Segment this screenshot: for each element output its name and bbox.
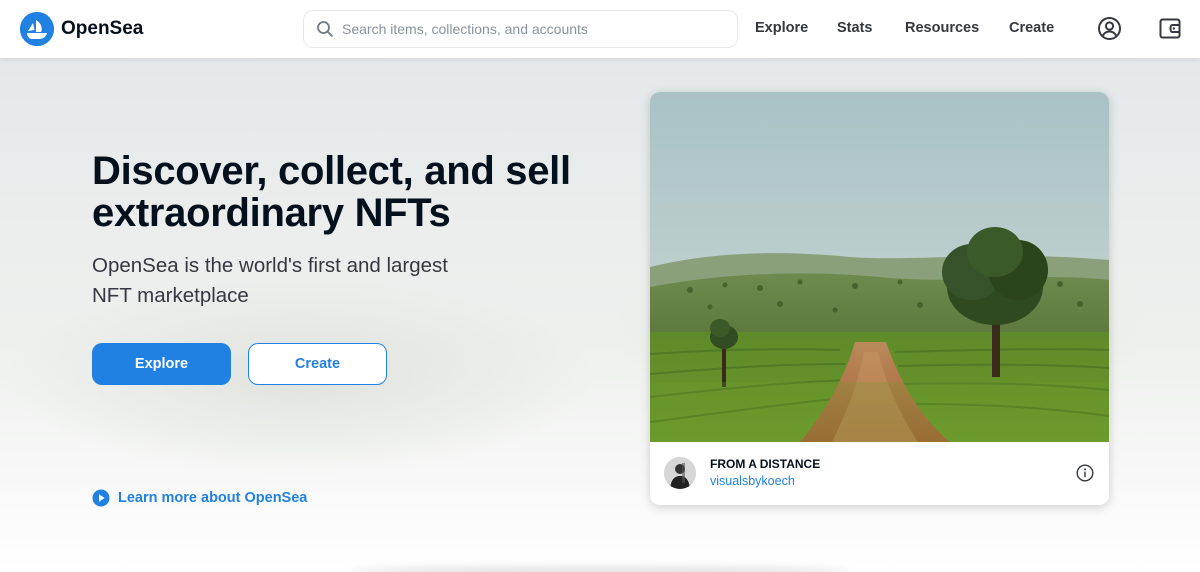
explore-button[interactable]: Explore (92, 343, 231, 385)
learn-more-link[interactable]: Learn more about OpenSea (92, 488, 307, 508)
avatar[interactable] (664, 457, 696, 489)
opensea-logo-icon[interactable] (20, 12, 54, 46)
hero-headline: Discover, collect, and sell extraordinar… (92, 149, 571, 235)
nav-stats-link[interactable]: Stats (837, 20, 872, 37)
featured-nft-card[interactable]: FROM A DISTANCE visualsbykoech (650, 92, 1109, 505)
search-icon (317, 21, 333, 37)
learn-more-label: Learn more about OpenSea (118, 490, 308, 506)
wallet-icon[interactable] (1158, 16, 1183, 41)
search-bar (303, 10, 738, 48)
nft-title: FROM A DISTANCE (710, 457, 821, 471)
account-icon[interactable] (1097, 16, 1122, 41)
nav-explore-link[interactable]: Explore (755, 20, 808, 37)
card-footer: FROM A DISTANCE visualsbykoech (650, 442, 1109, 505)
hero-section: Discover, collect, and sell extraordinar… (0, 58, 1200, 572)
info-icon[interactable] (1076, 464, 1094, 482)
section-divider-shadow (350, 566, 850, 572)
featured-nft-image[interactable] (650, 92, 1109, 442)
hero-subheading: OpenSea is the world's first and largest… (92, 254, 449, 307)
nav-create-link[interactable]: Create (1009, 20, 1054, 37)
nav-resources-link[interactable]: Resources (905, 20, 979, 37)
create-button[interactable]: Create (248, 343, 387, 385)
search-input[interactable] (342, 17, 727, 41)
top-nav-bar: OpenSea Explore Stats Resources Create (0, 0, 1200, 58)
brand-name[interactable]: OpenSea (61, 18, 143, 40)
artist-link[interactable]: visualsbykoech (710, 474, 795, 489)
play-circle-icon (92, 489, 110, 507)
